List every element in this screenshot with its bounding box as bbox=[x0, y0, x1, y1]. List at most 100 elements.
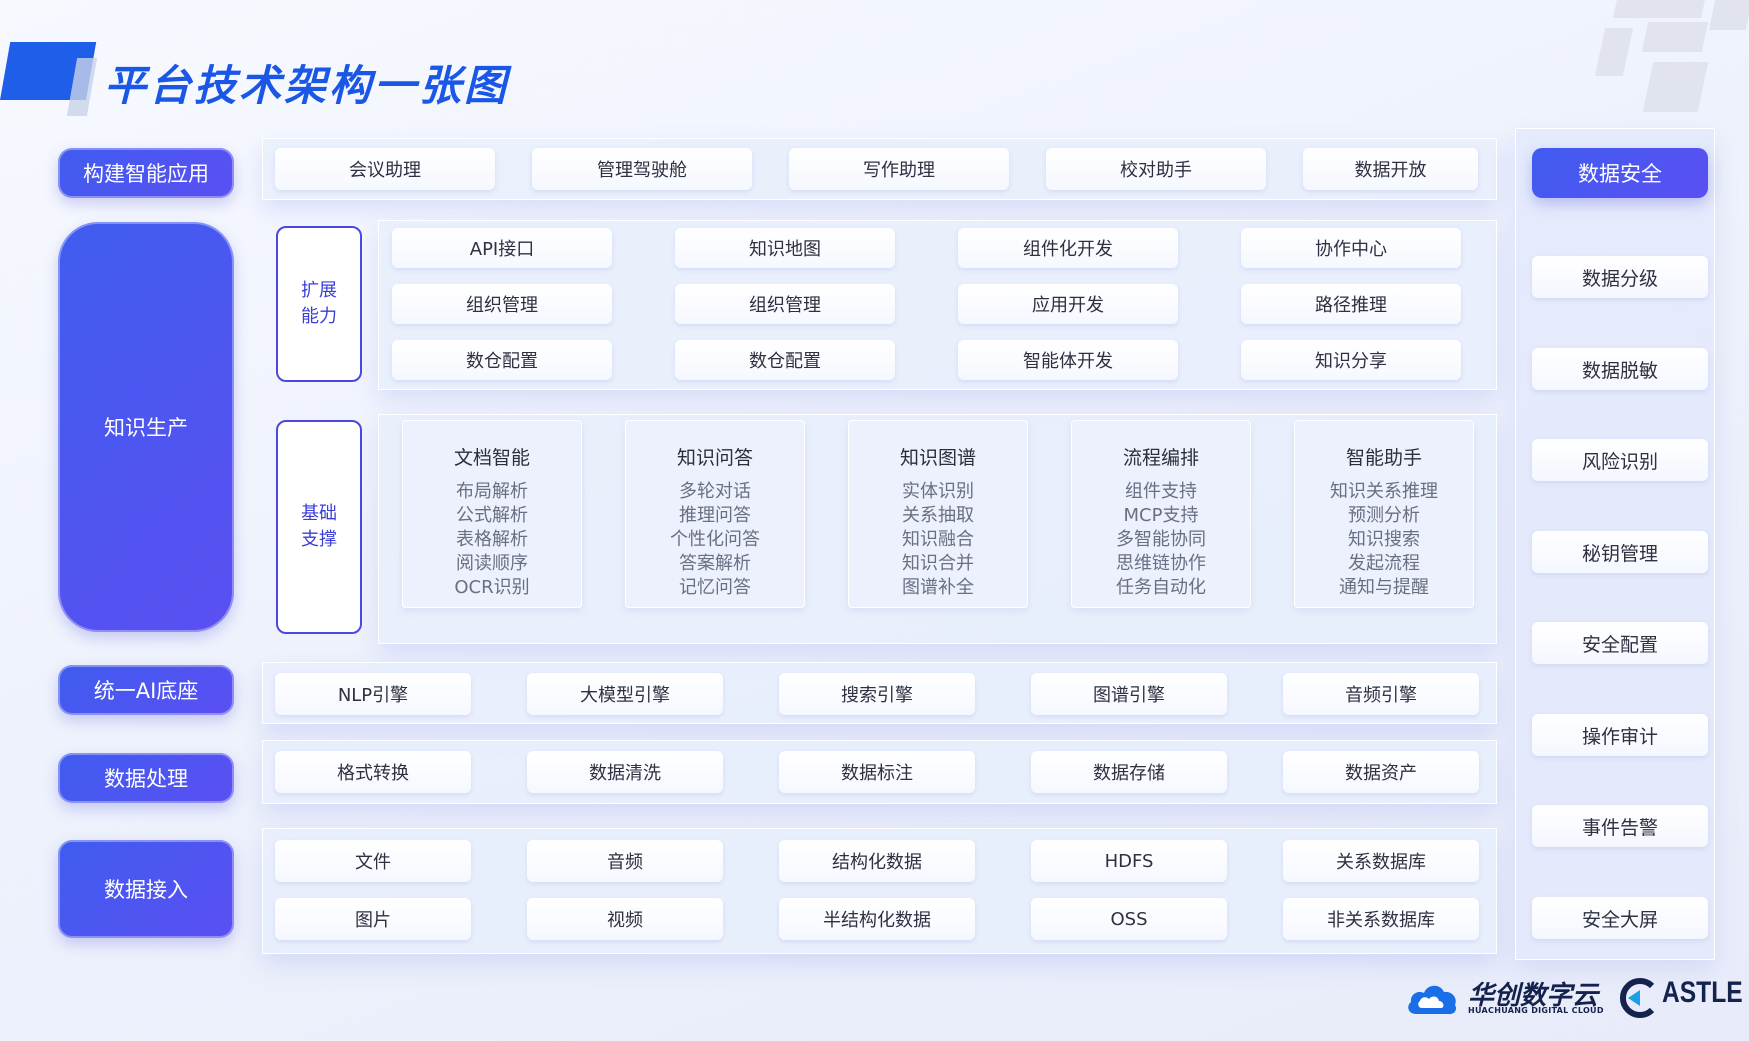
extend-chip: 组件化开发 bbox=[958, 228, 1178, 268]
module-items: 实体识别 关系抽取 知识融合 知识合并 图谱补全 bbox=[849, 480, 1027, 600]
module-item: 实体识别 bbox=[902, 481, 974, 502]
castle-logo-text: ASTLE bbox=[1662, 976, 1743, 1009]
processing-chip: 数据清洗 bbox=[527, 751, 723, 793]
module-item: 答案解析 bbox=[679, 553, 751, 574]
security-title: 数据安全 bbox=[1532, 148, 1708, 198]
engine-chip: NLP引擎 bbox=[275, 673, 471, 715]
module-item: 表格解析 bbox=[456, 529, 528, 550]
extend-chip: 数仓配置 bbox=[675, 340, 895, 380]
security-item: 安全大屏 bbox=[1532, 897, 1708, 939]
decor-block bbox=[1642, 62, 1709, 112]
security-item: 数据脱敏 bbox=[1532, 348, 1708, 390]
module-title: 知识图谱 bbox=[899, 447, 976, 469]
module-item: 组件支持 bbox=[1125, 481, 1197, 502]
extend-chip: 协作中心 bbox=[1241, 228, 1461, 268]
processing-chip: 数据存储 bbox=[1031, 751, 1227, 793]
tag-extend: 扩展 能力 bbox=[276, 226, 362, 382]
module-card-assistant: 智能助手 知识关系推理 预测分析 知识搜索 发起流程 通知与提醒 bbox=[1294, 420, 1474, 608]
tag-base-line1: 基础 bbox=[301, 503, 337, 524]
module-item: 任务自动化 bbox=[1116, 577, 1206, 598]
tag-base: 基础 支撑 bbox=[276, 420, 362, 634]
module-item: 知识关系推理 bbox=[1330, 481, 1438, 502]
ingest-chip: 图片 bbox=[275, 898, 471, 940]
module-card-doc: 文档智能 布局解析 公式解析 表格解析 阅读顺序 OCR识别 bbox=[402, 420, 582, 608]
module-card-flow: 流程编排 组件支持 MCP支持 多智能协同 思维链协作 任务自动化 bbox=[1071, 420, 1251, 608]
label-knowledge-production: 知识生产 bbox=[58, 222, 234, 632]
cloud-logo-icon bbox=[1408, 985, 1457, 1015]
module-item: 记忆问答 bbox=[679, 577, 751, 598]
module-item: MCP支持 bbox=[1123, 505, 1199, 526]
extend-chip: 组织管理 bbox=[392, 284, 612, 324]
tag-extend-line1: 扩展 bbox=[301, 280, 337, 301]
module-item: 公式解析 bbox=[456, 505, 528, 526]
module-item: 通知与提醒 bbox=[1339, 577, 1429, 598]
app-chip: 会议助理 bbox=[275, 148, 495, 190]
page-title: 平台技术架构一张图 bbox=[104, 61, 510, 110]
module-item: 阅读顺序 bbox=[456, 553, 528, 574]
decor-block bbox=[1594, 28, 1634, 76]
extend-chip: 数仓配置 bbox=[392, 340, 612, 380]
label-ai-base: 统一AI底座 bbox=[58, 665, 234, 715]
module-title: 智能助手 bbox=[1345, 447, 1422, 469]
ingest-chip: 结构化数据 bbox=[779, 840, 975, 882]
extend-chip: 知识地图 bbox=[675, 228, 895, 268]
module-item: 推理问答 bbox=[679, 505, 751, 526]
module-items: 知识关系推理 预测分析 知识搜索 发起流程 通知与提醒 bbox=[1295, 480, 1473, 600]
castle-logo-icon bbox=[1619, 978, 1655, 1018]
engine-chip: 大模型引擎 bbox=[527, 673, 723, 715]
label-build-apps: 构建智能应用 bbox=[58, 148, 234, 198]
extend-chip: 组织管理 bbox=[675, 284, 895, 324]
ingest-chip: 视频 bbox=[527, 898, 723, 940]
processing-chip: 数据标注 bbox=[779, 751, 975, 793]
processing-chip: 数据资产 bbox=[1283, 751, 1479, 793]
module-item: 预测分析 bbox=[1348, 505, 1420, 526]
ingest-chip: 非关系数据库 bbox=[1283, 898, 1479, 940]
extend-chip: 应用开发 bbox=[958, 284, 1178, 324]
extend-chip: 智能体开发 bbox=[958, 340, 1178, 380]
module-title: 文档智能 bbox=[453, 447, 530, 469]
ingest-chip: 音频 bbox=[527, 840, 723, 882]
module-items: 布局解析 公式解析 表格解析 阅读顺序 OCR识别 bbox=[403, 480, 581, 600]
huachuang-logo-subtext: HUACHUANG DIGITAL CLOUD bbox=[1468, 1006, 1604, 1015]
module-card-qa: 知识问答 多轮对话 推理问答 个性化问答 答案解析 记忆问答 bbox=[625, 420, 805, 608]
module-item: 知识融合 bbox=[902, 529, 974, 550]
module-item: 个性化问答 bbox=[670, 529, 760, 550]
label-data-ingest: 数据接入 bbox=[58, 840, 234, 938]
security-item: 秘钥管理 bbox=[1532, 531, 1708, 573]
tag-base-line2: 支撑 bbox=[301, 529, 337, 550]
module-title: 知识问答 bbox=[676, 447, 753, 469]
ingest-chip: OSS bbox=[1031, 898, 1227, 940]
app-chip: 校对助手 bbox=[1046, 148, 1266, 190]
module-item: 发起流程 bbox=[1348, 553, 1420, 574]
extend-chip: 知识分享 bbox=[1241, 340, 1461, 380]
app-chip: 管理驾驶舱 bbox=[532, 148, 752, 190]
decor-block bbox=[1613, 0, 1705, 18]
processing-chip: 格式转换 bbox=[275, 751, 471, 793]
module-item: 多智能协同 bbox=[1116, 529, 1206, 550]
ingest-chip: HDFS bbox=[1031, 840, 1227, 882]
security-item: 风险识别 bbox=[1532, 439, 1708, 481]
security-item: 数据分级 bbox=[1532, 256, 1708, 298]
app-chip: 数据开放 bbox=[1303, 148, 1478, 190]
module-item: 关系抽取 bbox=[902, 505, 974, 526]
module-item: 多轮对话 bbox=[679, 481, 751, 502]
engine-chip: 音频引擎 bbox=[1283, 673, 1479, 715]
decor-block bbox=[1708, 0, 1749, 30]
module-item: 思维链协作 bbox=[1116, 553, 1206, 574]
app-chip: 写作助理 bbox=[789, 148, 1009, 190]
extend-chip: API接口 bbox=[392, 228, 612, 268]
module-items: 组件支持 MCP支持 多智能协同 思维链协作 任务自动化 bbox=[1072, 480, 1250, 600]
module-item: OCR识别 bbox=[454, 577, 530, 598]
engine-chip: 搜索引擎 bbox=[779, 673, 975, 715]
security-item: 操作审计 bbox=[1532, 714, 1708, 756]
extend-chip: 路径推理 bbox=[1241, 284, 1461, 324]
engine-chip: 图谱引擎 bbox=[1031, 673, 1227, 715]
module-items: 多轮对话 推理问答 个性化问答 答案解析 记忆问答 bbox=[626, 480, 804, 600]
module-item: 知识搜索 bbox=[1348, 529, 1420, 550]
module-item: 布局解析 bbox=[456, 481, 528, 502]
tag-extend-line2: 能力 bbox=[301, 306, 337, 327]
label-data-processing: 数据处理 bbox=[58, 753, 234, 803]
ingest-chip: 半结构化数据 bbox=[779, 898, 975, 940]
security-item: 事件告警 bbox=[1532, 805, 1708, 847]
module-title: 流程编排 bbox=[1122, 447, 1199, 469]
